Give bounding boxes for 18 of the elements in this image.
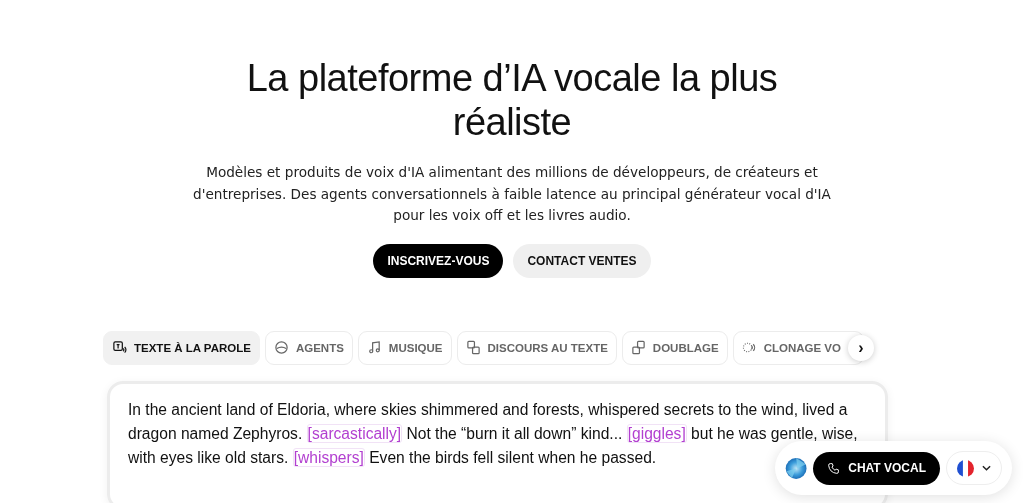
tab[interactable]: DOUBLAGE — [621, 330, 728, 365]
tab[interactable]: DISCOURS AU TEXTE — [456, 330, 617, 365]
contact-sales-button[interactable]: CONTACT VENTES — [513, 243, 651, 278]
sign-up-button[interactable]: INSCRIVEZ-VOUS — [373, 243, 504, 278]
flag-icon — [957, 459, 974, 477]
voice-chat-button[interactable]: CHAT VOCAL — [813, 451, 940, 485]
tab[interactable]: MUSIQUE — [357, 330, 452, 365]
chat-circle-icon — [273, 340, 289, 355]
page-title: La plateforme d’IA vocale la plus réaliste — [245, 56, 779, 144]
speaker-text-icon — [112, 340, 127, 355]
chevron-down-icon — [982, 465, 991, 471]
sound-wave-icon — [741, 340, 757, 355]
phone-icon — [827, 461, 841, 475]
language-selector[interactable] — [946, 451, 1002, 485]
page-subtitle: Modèles et produits de voix d'IA alimentant des millions de développeurs, de créateurs et d'entreprises. Des agents conversationnels à faible latence au principal générateur vocal d'IA pour les voix off et les livres audio. — [192, 163, 832, 225]
tab[interactable]: AGENTS — [264, 330, 353, 365]
tab[interactable]: TEXTE À LA PAROLE — [103, 330, 260, 365]
music-note-icon — [366, 340, 382, 355]
